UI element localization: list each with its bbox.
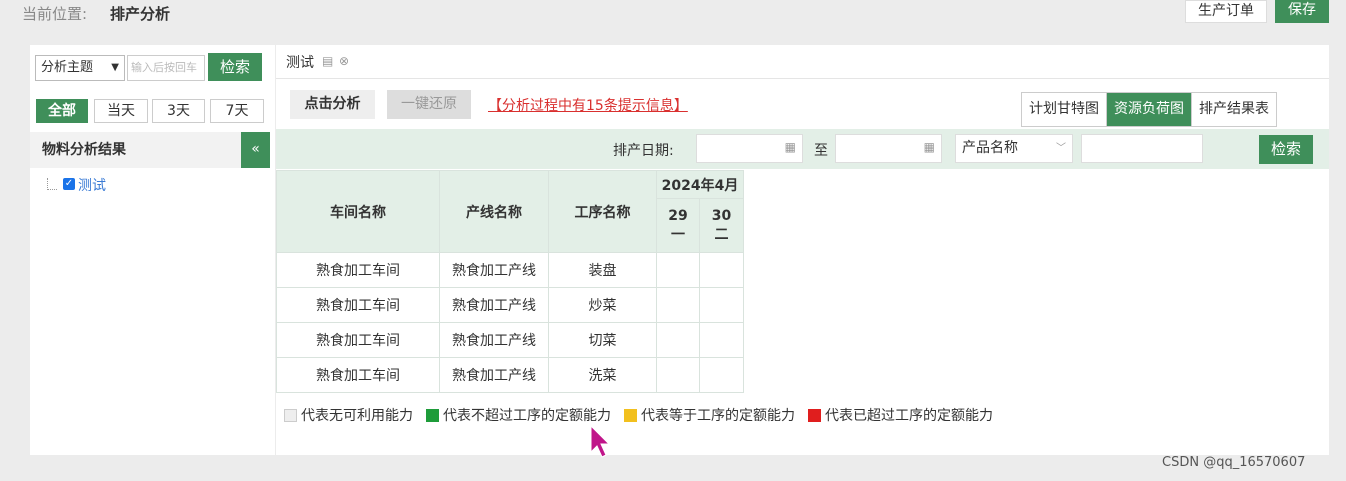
- cell-workshop: 熟食加工车间: [276, 357, 440, 393]
- material-result-header: 物料分析结果: [30, 132, 270, 168]
- cell-load: [699, 252, 744, 288]
- cell-load: [699, 322, 744, 358]
- cell-line: 熟食加工产线: [439, 357, 549, 393]
- cell-process: 洗菜: [548, 357, 657, 393]
- checkbox-checked-icon[interactable]: ✓: [63, 178, 75, 190]
- legend-item: 代表已超过工序的定额能力: [808, 405, 993, 425]
- tab-bar: 测试 ▤ ⊗: [276, 45, 1329, 79]
- cell-load: [656, 322, 700, 358]
- theme-select-label: 分析主题: [41, 60, 94, 75]
- production-order-button[interactable]: 生产订单: [1185, 0, 1267, 23]
- watermark: CSDN @qq_16570607: [1162, 455, 1306, 470]
- cell-workshop: 熟食加工车间: [276, 322, 440, 358]
- product-select[interactable]: 产品名称 ﹀: [955, 134, 1073, 163]
- range-today-button[interactable]: 当天: [94, 99, 148, 123]
- weekday: 一: [671, 226, 685, 243]
- analyze-button[interactable]: 点击分析: [290, 90, 375, 119]
- legend-swatch: [808, 408, 821, 422]
- tab-resource-load[interactable]: 资源负荷图: [1107, 93, 1192, 126]
- range-3day-button[interactable]: 3天: [152, 99, 205, 123]
- legend-swatch: [284, 408, 297, 422]
- col-header-process: 工序名称: [548, 170, 657, 253]
- tab-result-table[interactable]: 排产结果表: [1192, 93, 1276, 126]
- cell-line: 熟食加工产线: [439, 252, 549, 288]
- cell-line: 熟食加工产线: [439, 287, 549, 323]
- end-date-input[interactable]: ▦: [835, 134, 942, 163]
- location-value: 排产分析: [110, 5, 171, 23]
- cell-load: [656, 357, 700, 393]
- day-number: 30: [711, 207, 732, 224]
- legend-item: 代表不超过工序的定额能力: [426, 405, 611, 425]
- location-label: 当前位置:: [22, 5, 88, 23]
- range-7day-button[interactable]: 7天: [210, 99, 264, 123]
- hint-link[interactable]: 【分析过程中有15条提示信息】: [488, 95, 688, 115]
- cell-process: 切菜: [548, 322, 657, 358]
- filter-search-button[interactable]: 检索: [1259, 135, 1313, 164]
- to-label: 至: [814, 143, 828, 159]
- mouse-cursor-icon: [590, 424, 611, 458]
- cell-workshop: 熟食加工车间: [276, 252, 440, 288]
- legend-swatch: [624, 408, 637, 422]
- legend-label: 代表等于工序的定额能力: [641, 408, 795, 424]
- legend-swatch: [426, 408, 439, 422]
- col-header-line: 产线名称: [439, 170, 549, 253]
- close-icon[interactable]: ⊗: [339, 54, 349, 68]
- date-label: 排产日期:: [613, 143, 674, 159]
- chevron-down-icon: ﹀: [1056, 143, 1066, 154]
- start-date-input[interactable]: ▦: [696, 134, 803, 163]
- tree-connector: [47, 178, 57, 190]
- top-bar: 当前位置: 排产分析 生产订单 保存: [0, 0, 1346, 45]
- product-select-label: 产品名称: [962, 140, 1018, 156]
- calendar-icon[interactable]: ▦: [785, 140, 796, 154]
- range-all-button[interactable]: 全部: [36, 99, 88, 123]
- cell-workshop: 熟食加工车间: [276, 287, 440, 323]
- left-search-button[interactable]: 检索: [208, 53, 262, 81]
- cell-process: 装盘: [548, 252, 657, 288]
- left-search-input[interactable]: 输入后按回车: [127, 55, 205, 81]
- view-tabs: 计划甘特图 资源负荷图 排产结果表: [1021, 92, 1277, 127]
- legend-item: 代表无可利用能力: [284, 405, 413, 425]
- day-number: 29: [668, 207, 688, 224]
- document-icon[interactable]: ▤: [322, 54, 333, 68]
- cell-load: [699, 287, 744, 323]
- theme-select[interactable]: 分析主题 ▼: [35, 55, 125, 81]
- cell-load: [656, 252, 700, 288]
- cell-load: [699, 357, 744, 393]
- table-row: 熟食加工车间 熟食加工产线 洗菜: [276, 357, 744, 393]
- save-button[interactable]: 保存: [1275, 0, 1329, 23]
- legend-label: 代表已超过工序的定额能力: [825, 408, 993, 424]
- main-panel: 测试 ▤ ⊗ 点击分析 一键还原 【分析过程中有15条提示信息】 计划甘特图 资…: [276, 45, 1329, 455]
- tree-item-label[interactable]: 测试: [78, 175, 106, 195]
- table-row: 熟食加工车间 熟食加工产线 装盘: [276, 252, 744, 288]
- filter-bar: 排产日期: ▦ 至 ▦ 产品名称 ﹀ 检索: [276, 129, 1329, 169]
- legend: 代表无可利用能力 代表不超过工序的定额能力 代表等于工序的定额能力 代表已超过工…: [284, 405, 1006, 425]
- tab-test[interactable]: 测试: [286, 52, 314, 72]
- col-header-workshop: 车间名称: [276, 170, 440, 253]
- cell-line: 熟食加工产线: [439, 322, 549, 358]
- col-header-day: 30 二: [699, 198, 744, 253]
- weekday: 二: [714, 226, 729, 243]
- collapse-icon[interactable]: «: [241, 132, 270, 168]
- load-table: 车间名称 产线名称 工序名称 2024年4月 29 一 30 二 熟食加工车间 …: [276, 170, 744, 393]
- col-header-day: 29 一: [656, 198, 700, 253]
- table-row: 熟食加工车间 熟食加工产线 切菜: [276, 322, 744, 358]
- left-panel: 分析主题 ▼ 输入后按回车 检索 全部 当天 3天 7天 物料分析结果 « ✓ …: [30, 45, 275, 455]
- cell-process: 炒菜: [548, 287, 657, 323]
- chevron-down-icon: ▼: [111, 62, 119, 73]
- cell-load: [656, 287, 700, 323]
- product-input[interactable]: [1081, 134, 1203, 163]
- legend-label: 代表无可利用能力: [301, 408, 413, 424]
- legend-item: 代表等于工序的定额能力: [624, 405, 795, 425]
- restore-button[interactable]: 一键还原: [387, 90, 471, 119]
- legend-label: 代表不超过工序的定额能力: [443, 408, 611, 424]
- table-row: 熟食加工车间 熟食加工产线 炒菜: [276, 287, 744, 323]
- tab-gantt[interactable]: 计划甘特图: [1022, 93, 1107, 126]
- calendar-icon[interactable]: ▦: [924, 140, 935, 154]
- col-header-month: 2024年4月: [656, 170, 744, 199]
